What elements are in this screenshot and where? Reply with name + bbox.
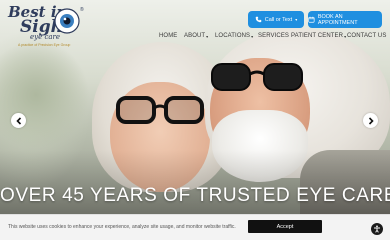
woman-glasses	[116, 96, 204, 124]
book-appointment-button[interactable]: BOOK AN APPOINTMENT	[308, 11, 382, 28]
chevron-right-icon	[368, 116, 374, 125]
book-appointment-label: BOOK AN APPOINTMENT	[317, 13, 358, 26]
carousel-next-button[interactable]	[363, 113, 378, 128]
nav-item-patient-center[interactable]: PATIENT CENTER ▾	[291, 33, 346, 39]
accessibility-icon	[374, 225, 380, 233]
eye-icon	[54, 8, 80, 34]
logo-tagline: A practice of Precision Eye Group	[18, 43, 71, 47]
nav-item-locations[interactable]: LOCATIONS ▾	[215, 33, 253, 39]
cookie-banner: This website uses cookies to enhance you…	[0, 214, 390, 240]
accept-cookies-button[interactable]: Accept	[248, 220, 322, 233]
cookie-text: This website uses cookies to enhance you…	[8, 224, 236, 230]
call-or-text-label: Call or Text	[264, 16, 293, 23]
chevron-left-icon	[15, 116, 21, 125]
carousel-prev-button[interactable]	[11, 113, 26, 128]
phone-icon	[255, 16, 262, 23]
chevron-down-icon: ▾	[344, 33, 347, 39]
calendar-icon	[308, 16, 315, 23]
nav-item-about[interactable]: ABOUT ▾	[184, 33, 208, 39]
nav-item-contact-us[interactable]: CONTACT US	[347, 33, 386, 39]
nav-label: ABOUT	[184, 33, 206, 39]
nav-label: HOME	[159, 33, 178, 39]
call-or-text-button[interactable]: Call or Text ▾	[248, 11, 304, 28]
nav-label: PATIENT CENTER	[291, 33, 344, 39]
chevron-down-icon: ▾	[206, 33, 209, 39]
nav-label: SERVICES	[258, 33, 290, 39]
man-sunglasses	[211, 63, 303, 91]
hero-headline: OVER 45 YEARS OF TRUSTED EYE CARE	[0, 185, 390, 206]
chevron-down-icon: ▾	[251, 33, 254, 39]
logo-line-3: eye care	[30, 33, 61, 41]
site-logo[interactable]: Best in Sight eye care A practice of Pre…	[8, 3, 88, 49]
nav-item-home[interactable]: HOME	[159, 33, 177, 39]
chevron-down-icon: ▾	[295, 17, 298, 22]
nav-label: LOCATIONS	[215, 33, 251, 39]
registered-mark: ®	[80, 7, 84, 13]
background-foliage	[0, 40, 90, 150]
nav-item-services[interactable]: SERVICES	[258, 33, 289, 39]
accessibility-button[interactable]	[371, 223, 383, 235]
nav-label: CONTACT US	[347, 33, 387, 39]
